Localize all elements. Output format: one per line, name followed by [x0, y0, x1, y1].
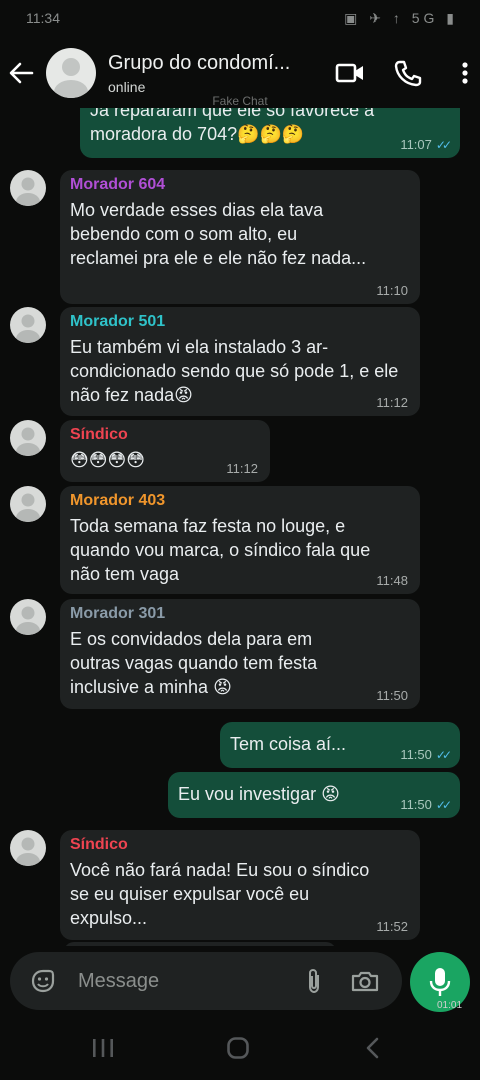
back-arrow-icon[interactable] [6, 58, 36, 88]
camera-icon[interactable] [350, 966, 380, 996]
read-ticks-icon: ✓✓ [435, 747, 452, 762]
message-time: 11:48 [376, 573, 408, 588]
more-options-icon[interactable] [450, 58, 480, 88]
recent-apps-icon[interactable] [90, 1036, 116, 1060]
avatar[interactable] [10, 420, 46, 456]
microphone-icon [429, 968, 451, 996]
message-bubble-incoming[interactable]: Morador 501 Eu também vi ela instalado 3… [60, 307, 420, 416]
message-meta: 11:50 [376, 688, 408, 703]
avatar[interactable] [10, 599, 46, 635]
status-icons: ▣ ✈ ↑ 5G ▮ [344, 10, 458, 26]
message-bubble-incoming[interactable]: Morador 604 Mo verdade esses dias ela ta… [60, 170, 420, 304]
avatar[interactable] [10, 830, 46, 866]
message-time: 11:50 [400, 797, 432, 812]
avatar[interactable] [10, 486, 46, 522]
message-bubble-outgoing[interactable]: Eu vou investigar 😡 11:50 ✓✓ [168, 772, 460, 818]
status-time: 11:34 [26, 10, 60, 26]
back-nav-icon[interactable] [362, 1036, 382, 1060]
message-time: 11:12 [226, 461, 258, 476]
chat-title[interactable]: Grupo do condomí... [108, 52, 290, 75]
message-input[interactable]: Message [78, 970, 159, 993]
message-text: Mo verdade esses dias ela tava bebendo c… [70, 200, 367, 268]
message-bubble-incoming[interactable]: Síndico Você não fará nada! Eu sou o sín… [60, 830, 420, 940]
message-meta: 11:52 [376, 919, 408, 934]
message-time: 11:10 [376, 283, 408, 298]
group-avatar[interactable] [46, 48, 96, 98]
sender-name[interactable]: Morador 604 [70, 176, 410, 194]
message-time: 11:12 [376, 395, 408, 410]
recording-timer: 01:01 [437, 1000, 463, 1011]
paperclip-icon[interactable] [302, 966, 326, 996]
message-text: Você não fará nada! Eu sou o síndico se … [70, 860, 370, 928]
home-icon[interactable] [226, 1036, 250, 1060]
sender-name[interactable]: Síndico [70, 836, 410, 854]
video-camera-icon[interactable] [334, 58, 366, 88]
message-time: 11:50 [400, 747, 432, 762]
message-bubble-outgoing[interactable]: Já repararam que ele só favorece a morad… [80, 108, 460, 158]
message-meta: 11:48 [376, 573, 408, 588]
chat-status: online [108, 79, 146, 95]
message-time: 11:50 [376, 688, 408, 703]
phone-icon[interactable] [392, 58, 424, 88]
message-bubble-incoming[interactable]: Síndico 😳😳😳😳 11:12 [60, 420, 270, 482]
message-meta: 11:12 [226, 461, 258, 476]
message-bubble-incoming[interactable] [64, 942, 336, 946]
sender-name[interactable]: Morador 301 [70, 605, 410, 623]
message-bubble-outgoing[interactable]: Tem coisa aí... 11:50 ✓✓ [220, 722, 460, 768]
message-meta: 11:12 [376, 395, 408, 410]
avatar[interactable] [10, 307, 46, 343]
message-text: Eu também vi ela instalado 3 ar-condicio… [70, 337, 399, 405]
message-meta: 11:07 ✓✓ [400, 137, 452, 152]
message-time: 11:52 [376, 919, 408, 934]
message-meta: 11:50 ✓✓ [400, 747, 452, 762]
message-bubble-incoming[interactable]: Morador 403 Toda semana faz festa no lou… [60, 486, 420, 594]
message-text: Já repararam que ele só favorece a morad… [90, 108, 375, 144]
sticker-icon[interactable] [28, 966, 58, 996]
system-nav-bar [0, 1020, 480, 1080]
message-time: 11:07 [400, 137, 432, 152]
sender-name[interactable]: Morador 501 [70, 313, 410, 331]
status-bar: 11:34 ▣ ✈ ↑ 5G ▮ [0, 0, 480, 40]
sender-name[interactable]: Morador 403 [70, 492, 410, 510]
message-list[interactable]: Já repararam que ele só favorece a morad… [0, 108, 480, 946]
message-meta: 11:50 ✓✓ [400, 797, 452, 812]
message-text: E os convidados dela para em outras vaga… [70, 629, 318, 697]
message-meta: 11:10 [376, 283, 408, 298]
watermark: Fake Chat [212, 94, 268, 108]
read-ticks-icon: ✓✓ [435, 137, 452, 152]
message-bubble-incoming[interactable]: Morador 301 E os convidados dela para em… [60, 599, 420, 709]
message-input-bar[interactable]: Message [10, 952, 402, 1010]
sender-name[interactable]: Síndico [70, 426, 260, 444]
read-ticks-icon: ✓✓ [435, 797, 452, 812]
message-text: Toda semana faz festa no louge, e quando… [70, 516, 371, 584]
avatar[interactable] [10, 170, 46, 206]
